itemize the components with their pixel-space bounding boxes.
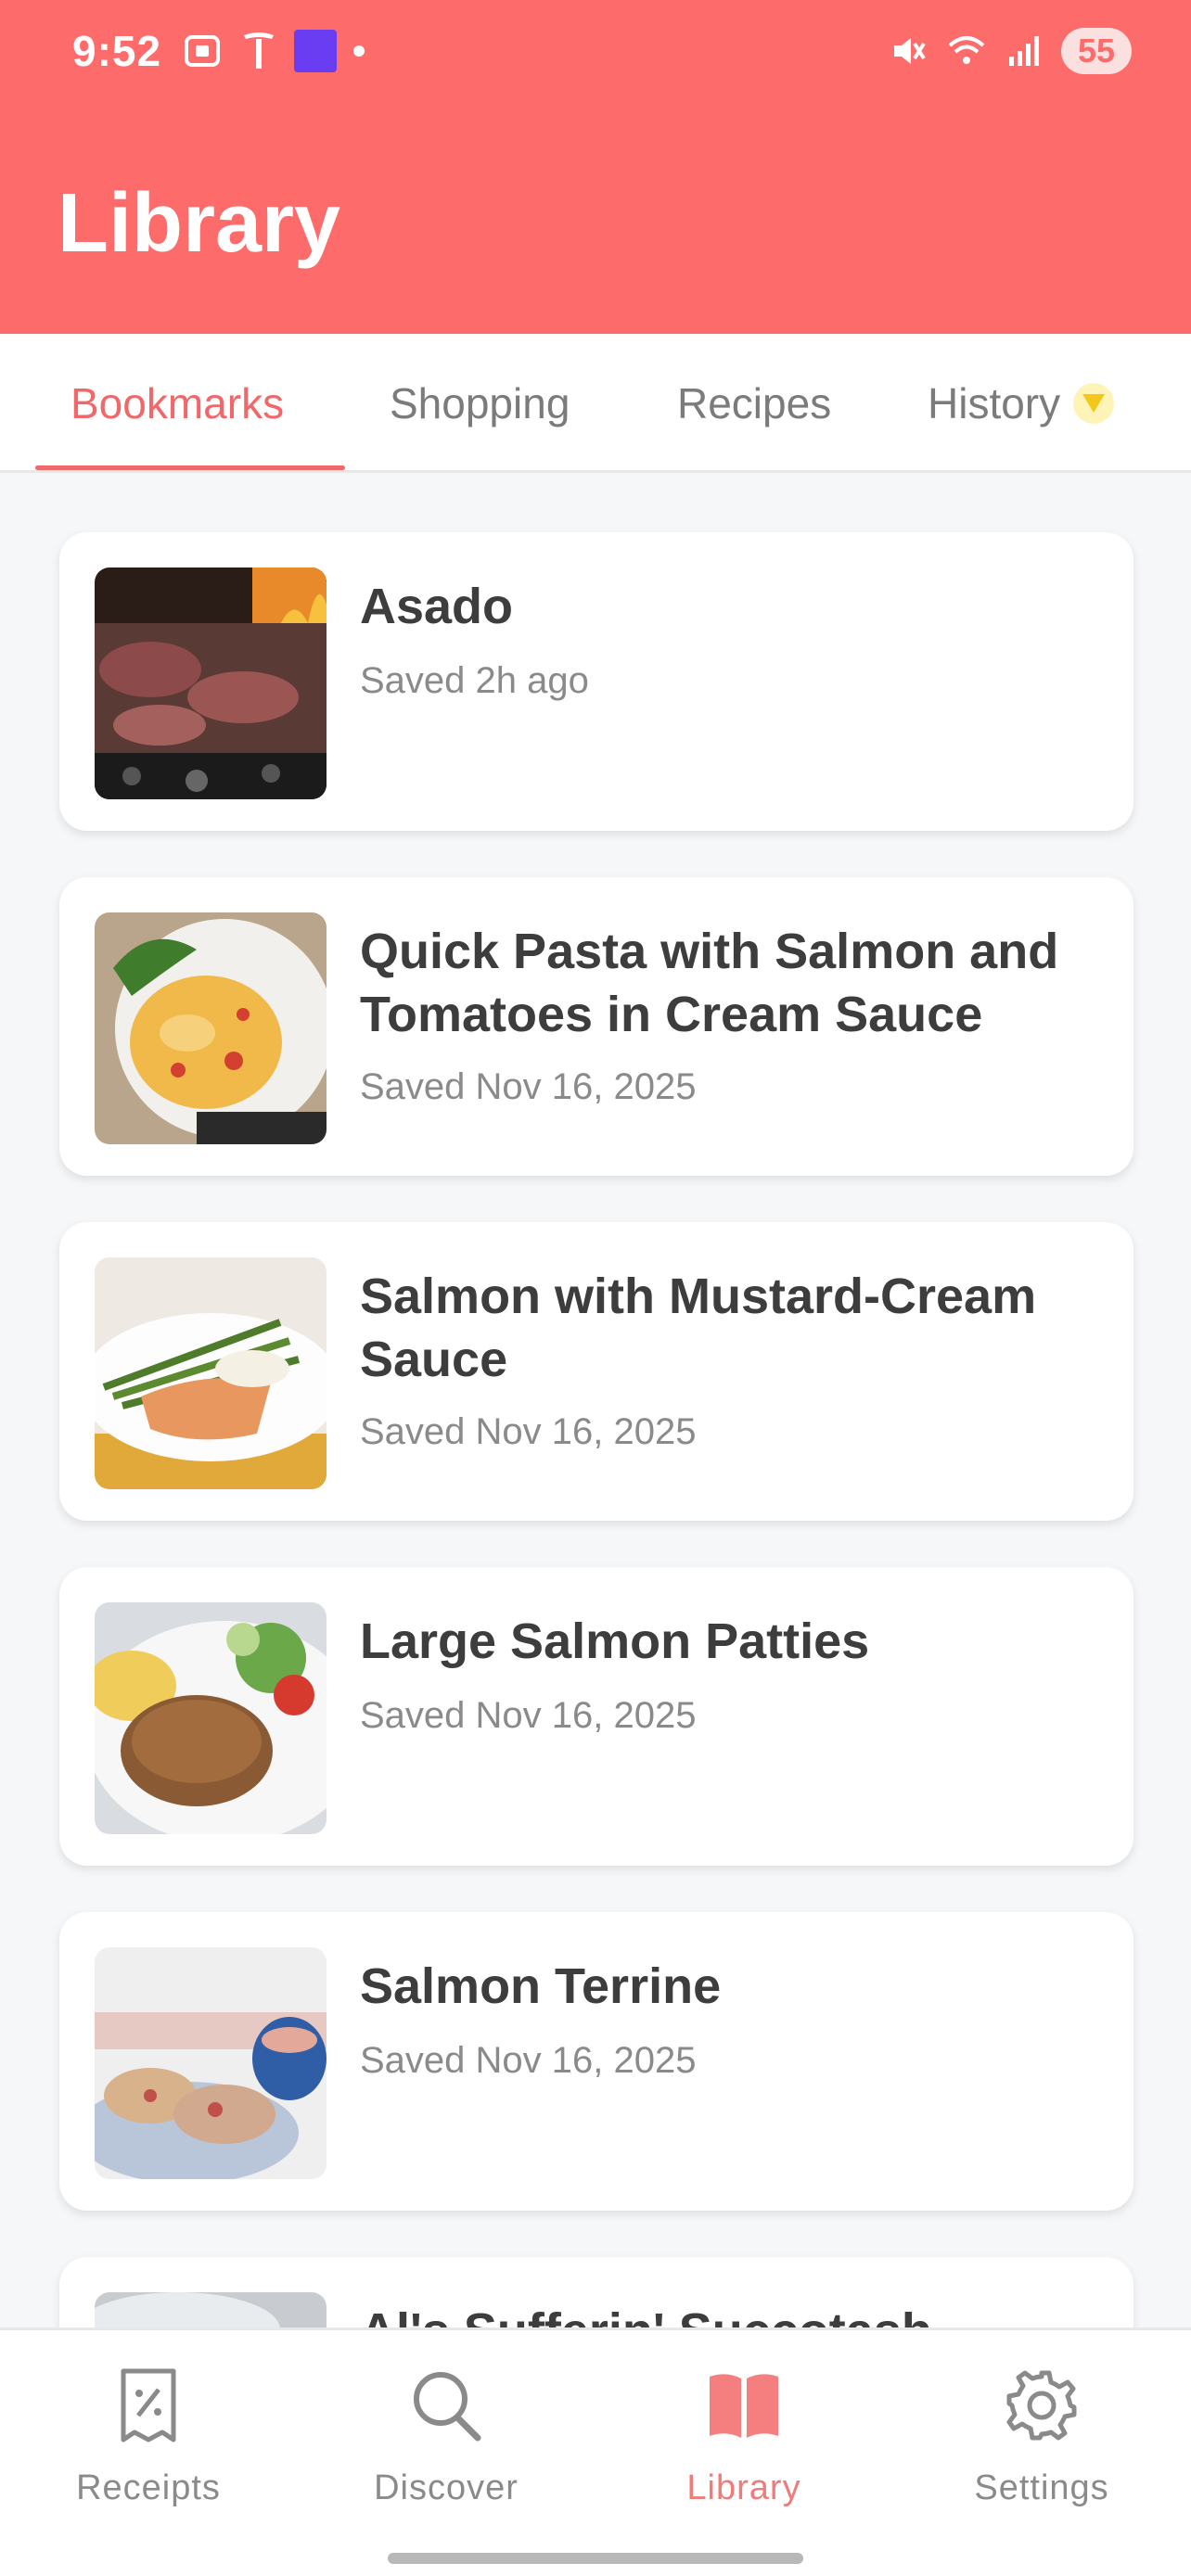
recipe-thumbnail bbox=[95, 912, 327, 1144]
saved-time: Saved Nov 16, 2025 bbox=[360, 2040, 697, 2081]
tab-bookmarks[interactable]: Bookmarks bbox=[70, 334, 284, 473]
bookmark-card[interactable]: Salmon with Mustard-Cream Sauce Saved No… bbox=[59, 1222, 1133, 1521]
saved-time: Saved Nov 16, 2025 bbox=[360, 1411, 697, 1452]
bottom-navigation: Receipts Discover Library Settings bbox=[0, 2327, 1191, 2576]
tab-label: Shopping bbox=[390, 379, 570, 427]
bookmark-list[interactable]: Asado Saved 2h ago Quick Pasta with Salm… bbox=[0, 473, 1191, 2327]
nav-settings[interactable]: Settings bbox=[926, 2367, 1158, 2508]
recipe-title: Asado bbox=[360, 579, 514, 634]
library-tabs: Bookmarks Shopping Recipes History bbox=[0, 334, 1191, 473]
saved-time: Saved 2h ago bbox=[360, 660, 589, 701]
book-icon bbox=[710, 2374, 778, 2438]
wifi-icon bbox=[948, 36, 985, 64]
notification-dot-icon bbox=[353, 45, 365, 57]
saved-time: Saved Nov 16, 2025 bbox=[360, 1066, 697, 1107]
recipe-thumbnail bbox=[95, 567, 327, 799]
receipt-icon bbox=[121, 2368, 176, 2442]
nav-label: Settings bbox=[974, 2468, 1109, 2507]
home-indicator[interactable] bbox=[388, 2553, 803, 2564]
tesla-icon bbox=[244, 32, 274, 69]
tab-history[interactable]: History bbox=[928, 334, 1115, 473]
bookmark-card[interactable]: Large Salmon Patties Saved Nov 16, 2025 bbox=[59, 1567, 1133, 1866]
signal-icon bbox=[1009, 36, 1039, 66]
gem-icon bbox=[1073, 383, 1115, 424]
recipe-thumbnail bbox=[95, 1602, 327, 1834]
recipe-thumbnail bbox=[95, 1257, 327, 1489]
tab-recipes[interactable]: Recipes bbox=[677, 334, 831, 473]
nav-label: Library bbox=[686, 2468, 801, 2507]
status-right-icons: 55 bbox=[889, 28, 1132, 74]
bookmark-card[interactable]: Al's Sufferin' Succotash bbox=[59, 2257, 1133, 2327]
app-notification-icon bbox=[294, 30, 337, 72]
app-header: 9:52 55 Library bbox=[0, 0, 1191, 334]
bookmark-card[interactable]: Salmon Terrine Saved Nov 16, 2025 bbox=[59, 1912, 1133, 2211]
tab-label: Recipes bbox=[677, 379, 832, 427]
tab-label: Bookmarks bbox=[70, 379, 285, 427]
recipe-title: Salmon with Mustard-Cream Sauce bbox=[360, 1269, 1037, 1387]
status-left-icons bbox=[181, 30, 365, 72]
page-title: Library bbox=[58, 177, 341, 270]
recipe-title: Al's Sufferin' Succotash bbox=[360, 2300, 1102, 2327]
saved-time: Saved Nov 16, 2025 bbox=[360, 1695, 697, 1736]
nav-label: Discover bbox=[374, 2468, 519, 2507]
status-bar: 9:52 55 bbox=[0, 0, 1191, 107]
bookmark-card[interactable]: Quick Pasta with Salmon and Tomatoes in … bbox=[59, 877, 1133, 1176]
screenshot-icon bbox=[185, 35, 220, 67]
battery-indicator: 55 bbox=[1061, 28, 1132, 74]
status-time: 9:52 bbox=[72, 27, 162, 75]
nav-library[interactable]: Library bbox=[628, 2367, 860, 2508]
nav-label: Receipts bbox=[76, 2468, 221, 2507]
active-tab-indicator bbox=[35, 465, 345, 470]
recipe-thumbnail bbox=[95, 2292, 327, 2327]
tab-shopping[interactable]: Shopping bbox=[390, 334, 570, 473]
tab-label: History bbox=[928, 379, 1061, 427]
gear-icon bbox=[1006, 2370, 1077, 2441]
search-icon bbox=[414, 2372, 481, 2442]
nav-discover[interactable]: Discover bbox=[330, 2367, 562, 2508]
recipe-title: Salmon Terrine bbox=[360, 1958, 722, 2014]
recipe-title: Large Salmon Patties bbox=[360, 1613, 870, 1669]
mute-icon bbox=[894, 38, 926, 64]
recipe-title: Quick Pasta with Salmon and Tomatoes in … bbox=[360, 924, 1059, 1042]
recipe-thumbnail bbox=[95, 1947, 327, 2179]
nav-receipts[interactable]: Receipts bbox=[32, 2367, 264, 2508]
bookmark-card[interactable]: Asado Saved 2h ago bbox=[59, 532, 1133, 831]
